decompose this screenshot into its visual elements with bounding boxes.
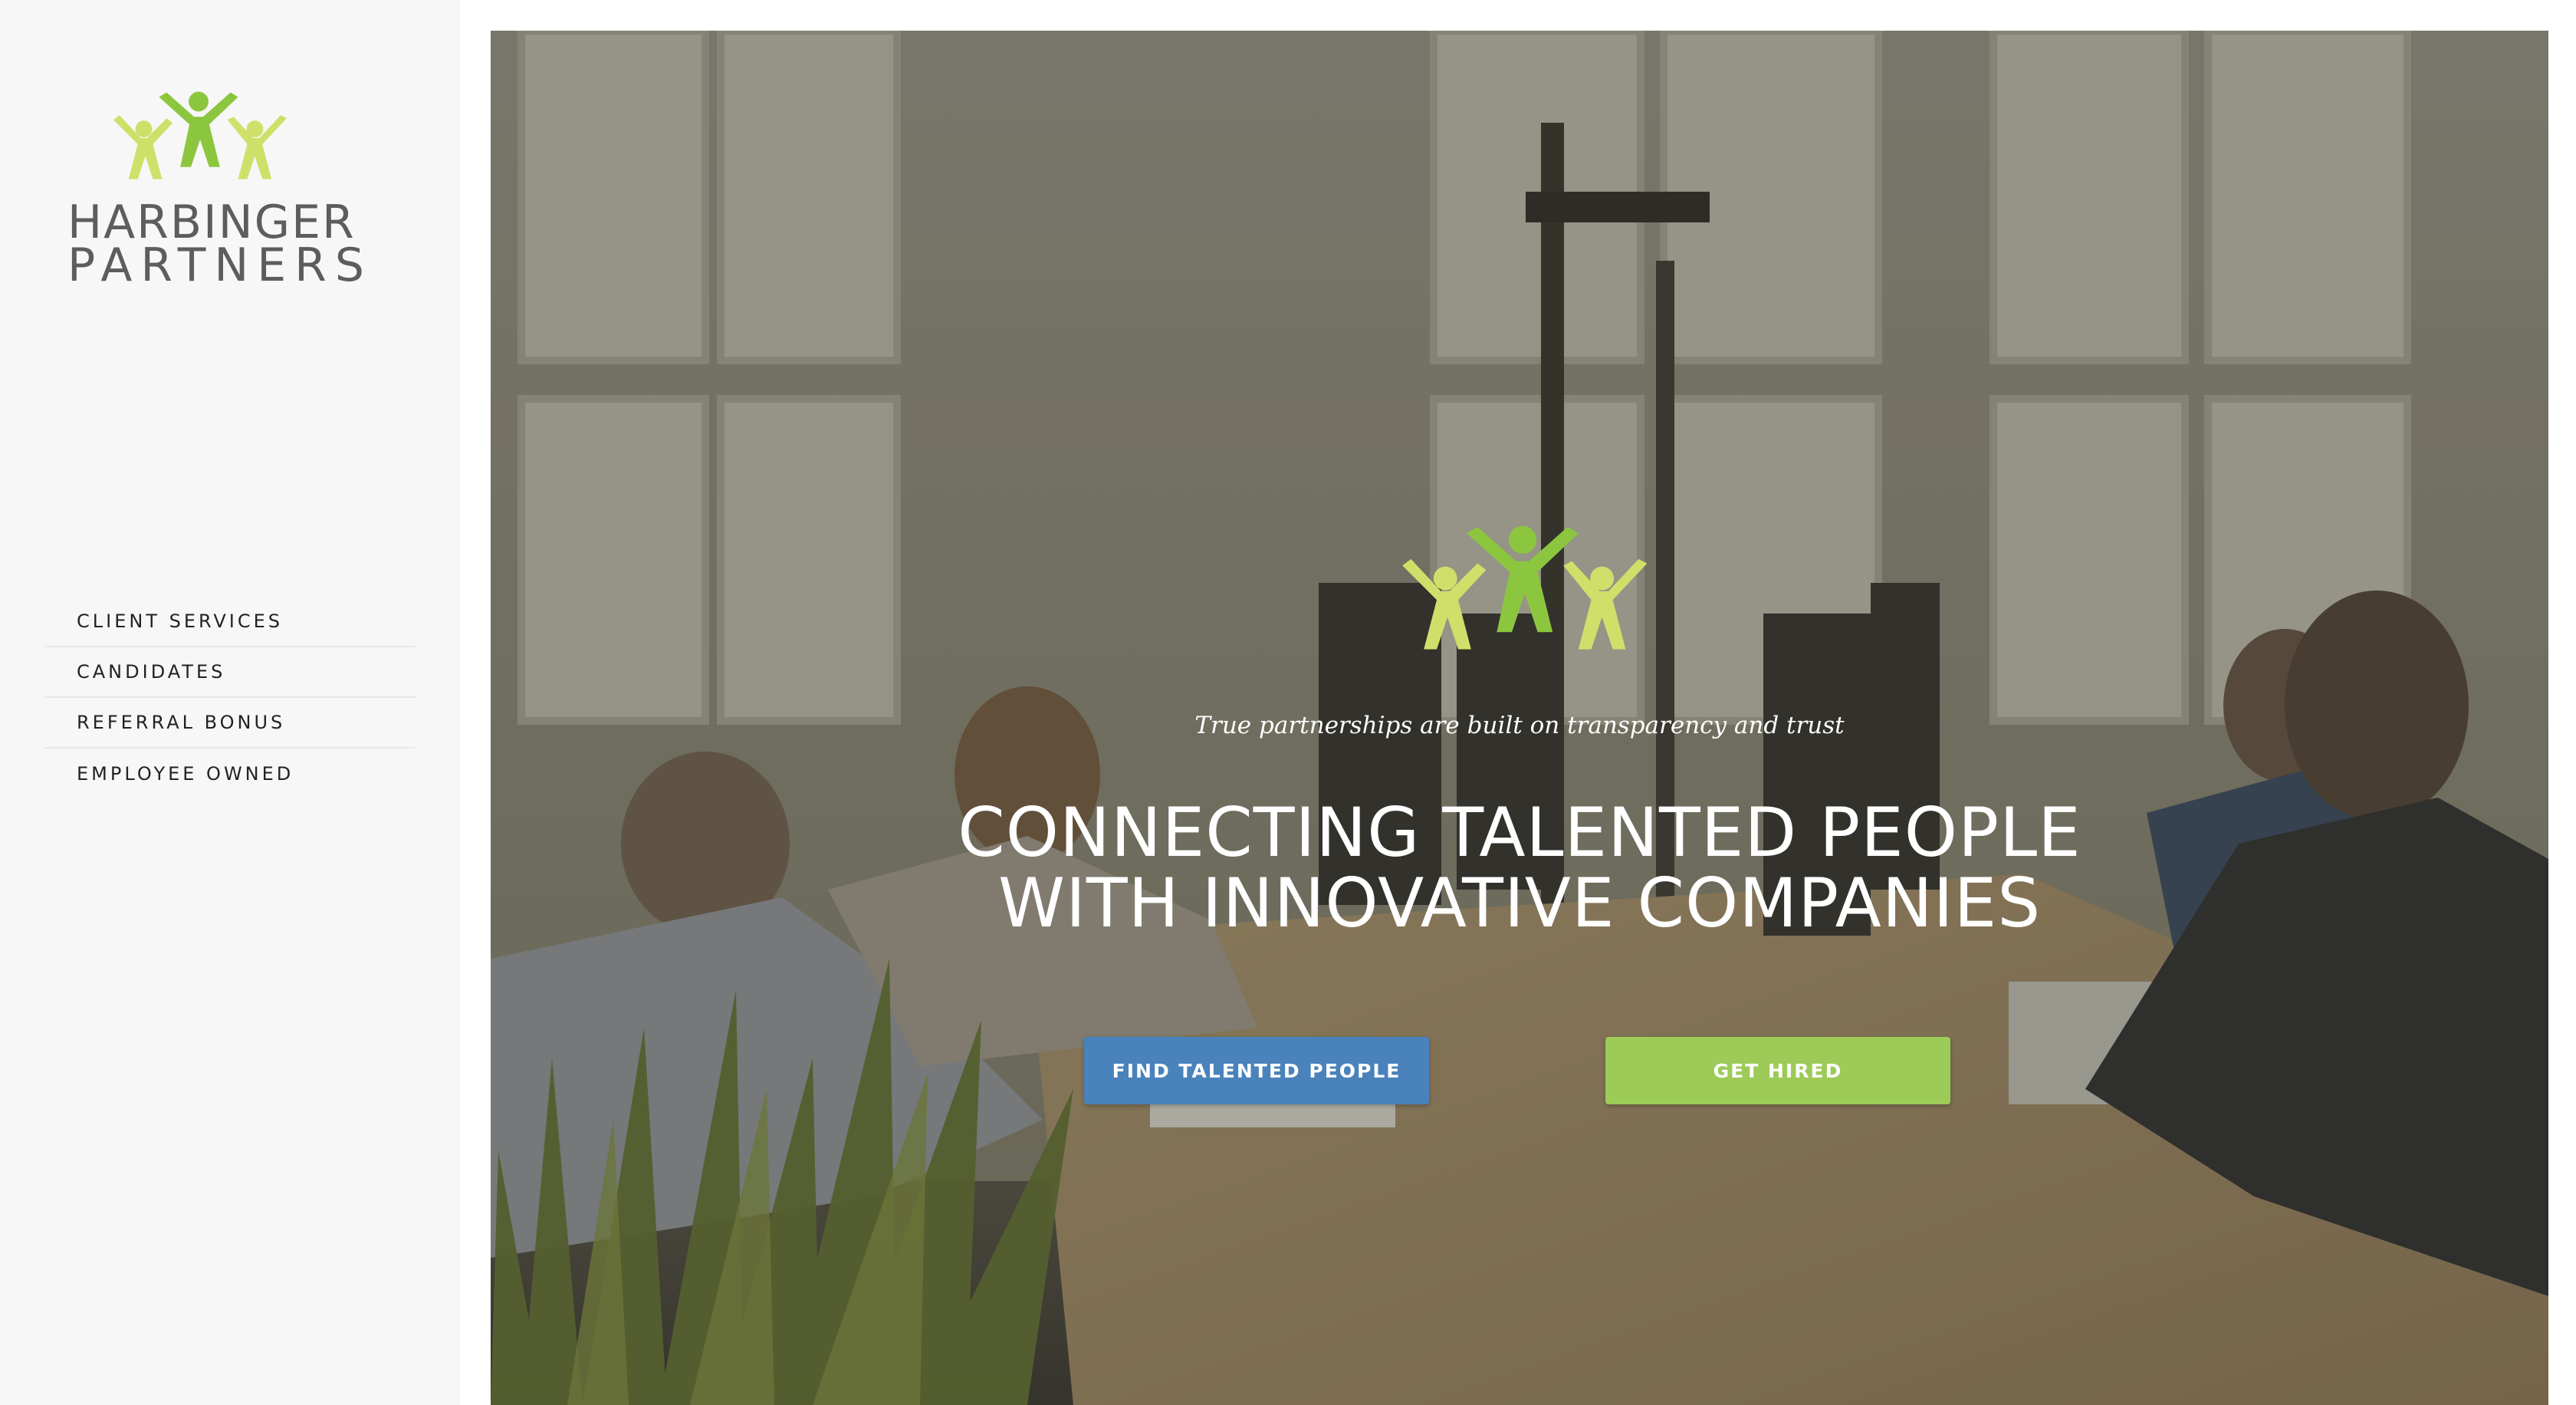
nav-item-referral-bonus: REFERRAL BONUS [44,698,416,749]
find-talented-people-button[interactable]: FIND TALENTED PEOPLE [1084,1037,1429,1104]
three-people-hero-icon [1402,525,1648,650]
hero-headline-line2: WITH INNOVATIVE COMPANIES [997,864,2042,943]
brand-name-line1: HARBINGER [67,196,356,249]
hero-section: True partnerships are built on transpare… [491,31,2548,1405]
hero-tagline: True partnerships are built on transpare… [1194,712,1845,739]
brand-name: HARBINGER PARTNERS [67,196,373,292]
nav-item-client-services: CLIENT SERVICES [44,597,416,647]
hero-headline: CONNECTING TALENTED PEOPLE WITH INNOVATI… [491,798,2548,939]
nav-link-client-services[interactable]: CLIENT SERVICES [77,610,283,632]
nav-link-employee-owned[interactable]: EMPLOYEE OWNED [77,763,294,785]
hero-headline-line1: CONNECTING TALENTED PEOPLE [958,793,2082,872]
hero-content: True partnerships are built on transpare… [491,31,2548,1405]
three-people-logo-icon [113,91,288,179]
get-hired-button[interactable]: GET HIRED [1605,1037,1950,1104]
side-navigation: CLIENT SERVICES CANDIDATES REFERRAL BONU… [44,597,416,799]
brand-logo-link[interactable]: HARBINGER PARTNERS [67,90,373,292]
nav-link-candidates[interactable]: CANDIDATES [77,661,225,683]
sidebar: HARBINGER PARTNERS CLIENT SERVICES CANDI… [0,0,460,1405]
nav-item-employee-owned: EMPLOYEE OWNED [44,749,416,799]
nav-link-referral-bonus[interactable]: REFERRAL BONUS [77,712,285,733]
brand-name-line2: PARTNERS [67,239,373,292]
nav-item-candidates: CANDIDATES [44,647,416,698]
